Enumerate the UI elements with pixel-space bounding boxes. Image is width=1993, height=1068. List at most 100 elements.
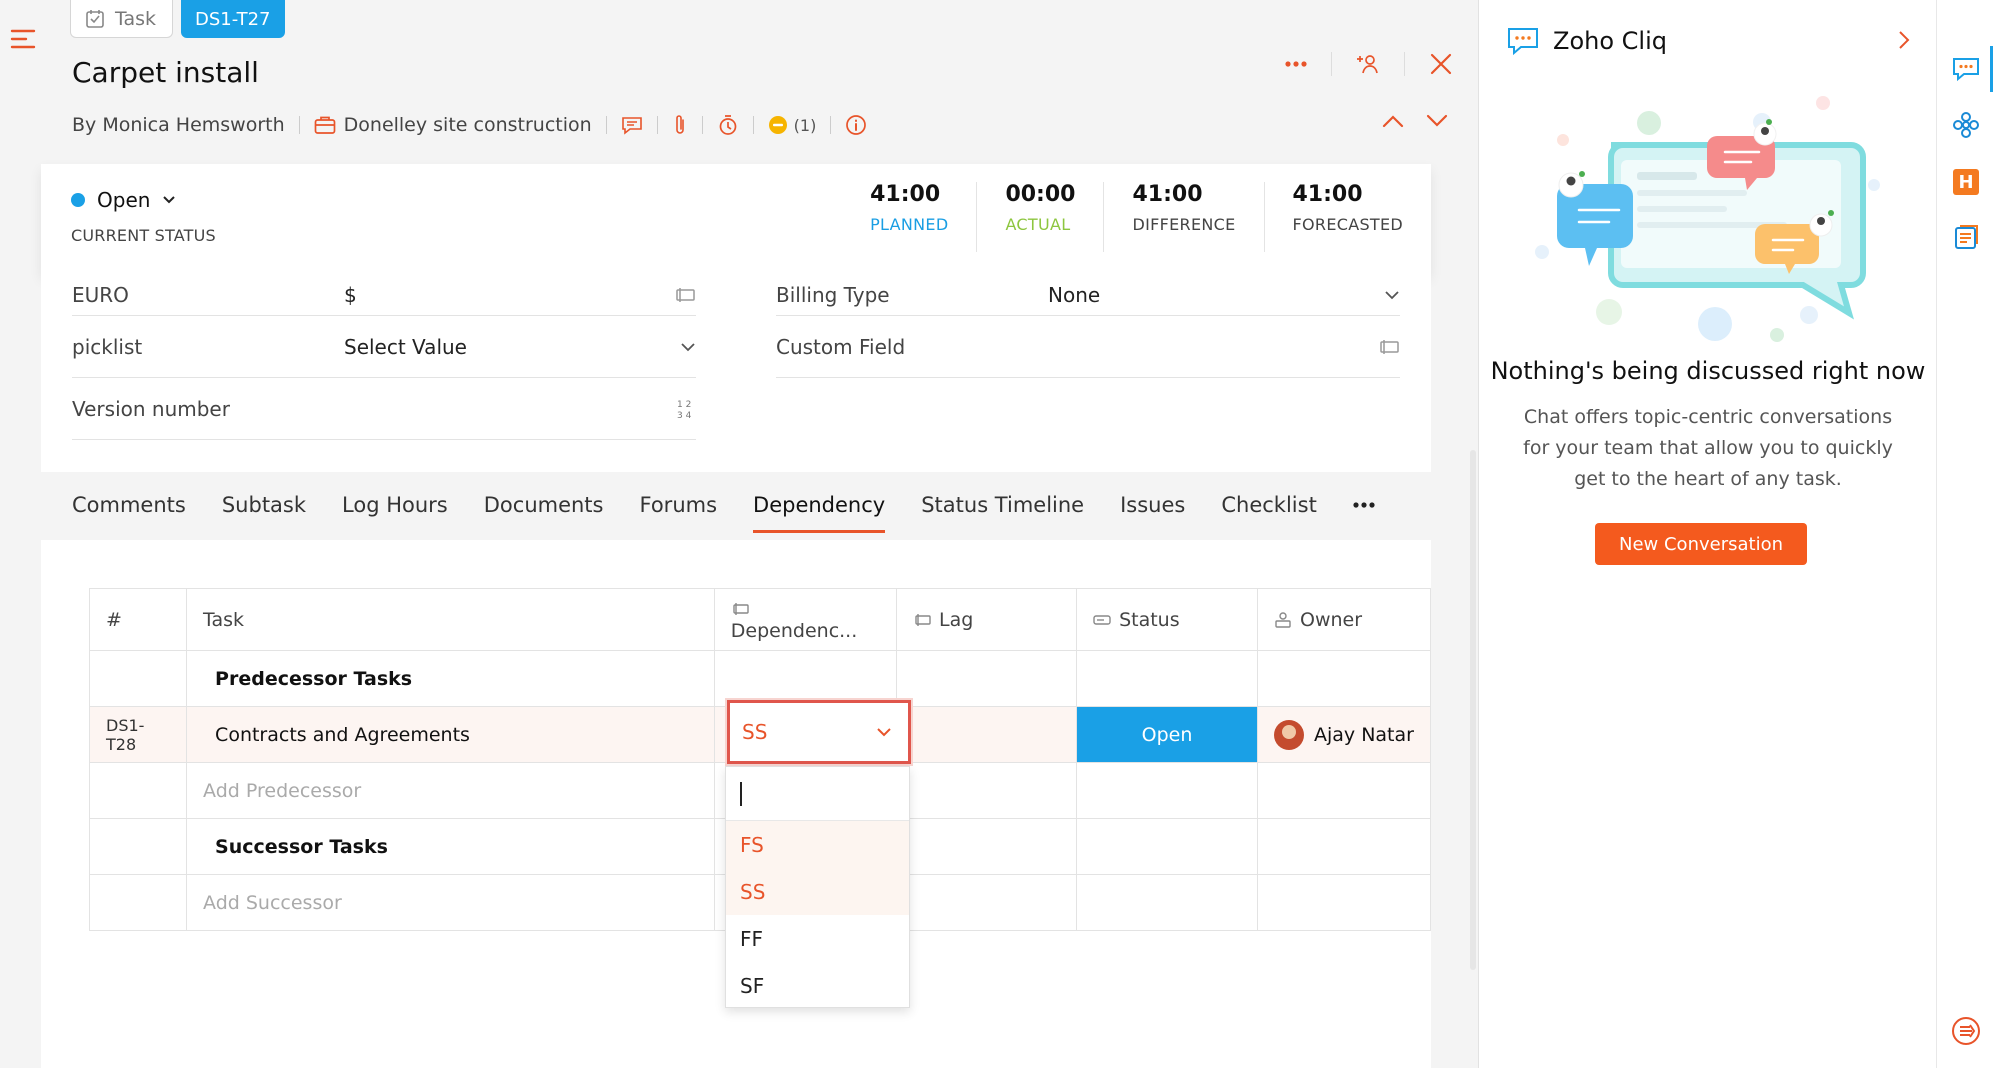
tab-forums[interactable]: Forums — [640, 483, 718, 527]
chevron-down-icon — [668, 342, 696, 352]
empty-state-description: Chat offers topic-centric conversations … — [1523, 406, 1893, 490]
tab-subtask[interactable]: Subtask — [222, 483, 306, 527]
reminder-minus-icon[interactable] — [768, 115, 788, 135]
info-icon[interactable] — [845, 114, 867, 136]
metric-label: ACTUAL — [1005, 215, 1071, 234]
field-label: Version number — [72, 396, 230, 421]
dropdown-search-input[interactable] — [726, 767, 909, 821]
author-label[interactable]: By Monica Hemsworth — [72, 114, 285, 136]
field-version-number[interactable]: Version number 1 23 4 — [72, 378, 696, 440]
chevron-right-icon[interactable] — [1898, 30, 1910, 50]
option-sf[interactable]: SF — [726, 962, 909, 1009]
divider — [656, 116, 658, 134]
chevron-down-icon — [1372, 290, 1400, 300]
menu-icon[interactable] — [10, 26, 36, 52]
task-name-cell[interactable]: Contracts and Agreements — [186, 706, 715, 763]
divider — [701, 116, 703, 134]
empty-cell — [713, 650, 898, 707]
field-value: Select Value — [344, 334, 467, 359]
empty-cell — [1076, 874, 1258, 931]
expand-menu-icon[interactable] — [1951, 1016, 1981, 1046]
tab-issues[interactable]: Issues — [1120, 483, 1185, 527]
metric-label: FORECASTED — [1292, 215, 1403, 234]
tab-documents[interactable]: Documents — [484, 483, 604, 527]
task-id-cell[interactable]: DS1-T28 — [88, 706, 188, 763]
timer-icon[interactable] — [717, 114, 739, 136]
field-euro[interactable]: EURO $ — [72, 274, 696, 316]
h-app-icon[interactable]: H — [1951, 167, 1981, 197]
chat-icon[interactable] — [1951, 54, 1981, 84]
text-field-icon — [731, 602, 749, 616]
empty-cell — [895, 650, 1078, 707]
dependency-selected-value: SS — [742, 720, 768, 744]
tab-comments[interactable]: Comments — [72, 483, 186, 527]
reminder-count: (1) — [793, 115, 817, 135]
h-badge: H — [1953, 169, 1979, 195]
column-header-label: Owner — [1300, 608, 1363, 631]
cliq-title: Zoho Cliq — [1553, 27, 1667, 55]
new-conversation-button[interactable]: New Conversation — [1595, 523, 1807, 565]
page-title[interactable]: Carpet install — [72, 56, 259, 89]
close-icon[interactable] — [1429, 52, 1453, 76]
right-rail: H — [1936, 0, 1993, 1068]
field-value: None — [1048, 282, 1101, 307]
tab-dependency[interactable]: Dependency — [753, 483, 886, 533]
lag-cell[interactable] — [895, 706, 1078, 763]
previous-task-icon[interactable] — [1382, 114, 1404, 128]
add-successor-input[interactable]: Add Successor — [186, 874, 715, 931]
svg-text:3 4: 3 4 — [677, 411, 692, 420]
add-follower-icon[interactable] — [1356, 52, 1380, 76]
more-tabs-icon[interactable] — [1353, 492, 1375, 518]
option-ff[interactable]: FF — [726, 915, 909, 962]
task-type-chip[interactable]: Task — [70, 0, 174, 38]
text-field-icon — [668, 287, 696, 303]
cliq-header: Zoho Cliq — [1507, 26, 1667, 56]
next-task-icon[interactable] — [1426, 114, 1448, 128]
chat-illustration-icon — [1519, 80, 1899, 350]
tab-log-hours[interactable]: Log Hours — [342, 483, 448, 527]
metric-value: 00:00 — [1005, 182, 1076, 207]
group-heading: Predecessor Tasks — [186, 650, 715, 707]
tab-checklist[interactable]: Checklist — [1221, 483, 1316, 527]
dependency-type-select[interactable]: SS — [727, 700, 911, 764]
cliq-panel: Zoho Cliq Nothing's being discussed righ… — [1478, 0, 1936, 1068]
owner-cell[interactable]: Ajay Natar — [1257, 706, 1431, 763]
project-briefcase-icon — [314, 115, 336, 135]
field-custom[interactable]: Custom Field — [776, 316, 1400, 378]
field-value: $ — [344, 282, 357, 307]
status-dropdown[interactable]: Open — [71, 188, 176, 212]
task-tabs: Comments Subtask Log Hours Documents For… — [72, 470, 1375, 540]
option-ss[interactable]: SS — [726, 868, 909, 915]
empty-cell — [1076, 650, 1258, 707]
metric-value: 41:00 — [1132, 182, 1203, 207]
field-label: EURO — [72, 282, 129, 307]
project-link[interactable]: Donelley site construction — [344, 114, 592, 136]
number-field-icon: 1 23 4 — [668, 398, 696, 420]
task-id-chip[interactable]: DS1-T27 — [181, 0, 285, 38]
option-fs[interactable]: FS — [726, 821, 909, 868]
time-metrics: 41:00 PLANNED 00:00 ACTUAL 41:00 DIFFERE… — [842, 182, 1431, 252]
custom-fields: EURO $ Billing Type None picklist Select… — [41, 274, 1431, 472]
integrations-icon[interactable] — [1951, 110, 1981, 140]
chevron-down-icon — [876, 727, 892, 737]
column-header-lag: Lag — [895, 588, 1078, 651]
metric-difference: 41:00 DIFFERENCE — [1103, 182, 1263, 252]
divider — [1331, 52, 1332, 76]
status-cell[interactable]: Open — [1076, 706, 1258, 763]
divider — [298, 116, 300, 134]
field-billing-type[interactable]: Billing Type None — [776, 274, 1400, 316]
empty-cell — [88, 650, 188, 707]
tab-status-timeline[interactable]: Status Timeline — [921, 483, 1084, 527]
status-dot — [71, 193, 85, 207]
dependency-dropdown: FS SS FF SF — [725, 766, 910, 1008]
field-picklist[interactable]: picklist Select Value — [72, 316, 696, 378]
more-options-icon[interactable] — [1285, 61, 1307, 67]
add-predecessor-input[interactable]: Add Predecessor — [186, 762, 715, 819]
notes-icon[interactable] — [1951, 222, 1981, 252]
empty-cell — [895, 818, 1078, 875]
scrollbar[interactable] — [1470, 450, 1476, 970]
status-summary-card: Open CURRENT STATUS 41:00 PLANNED 00:00 … — [41, 164, 1431, 274]
column-header-label: Lag — [939, 608, 974, 631]
comment-icon[interactable] — [621, 115, 643, 135]
attachment-icon[interactable] — [672, 114, 688, 136]
